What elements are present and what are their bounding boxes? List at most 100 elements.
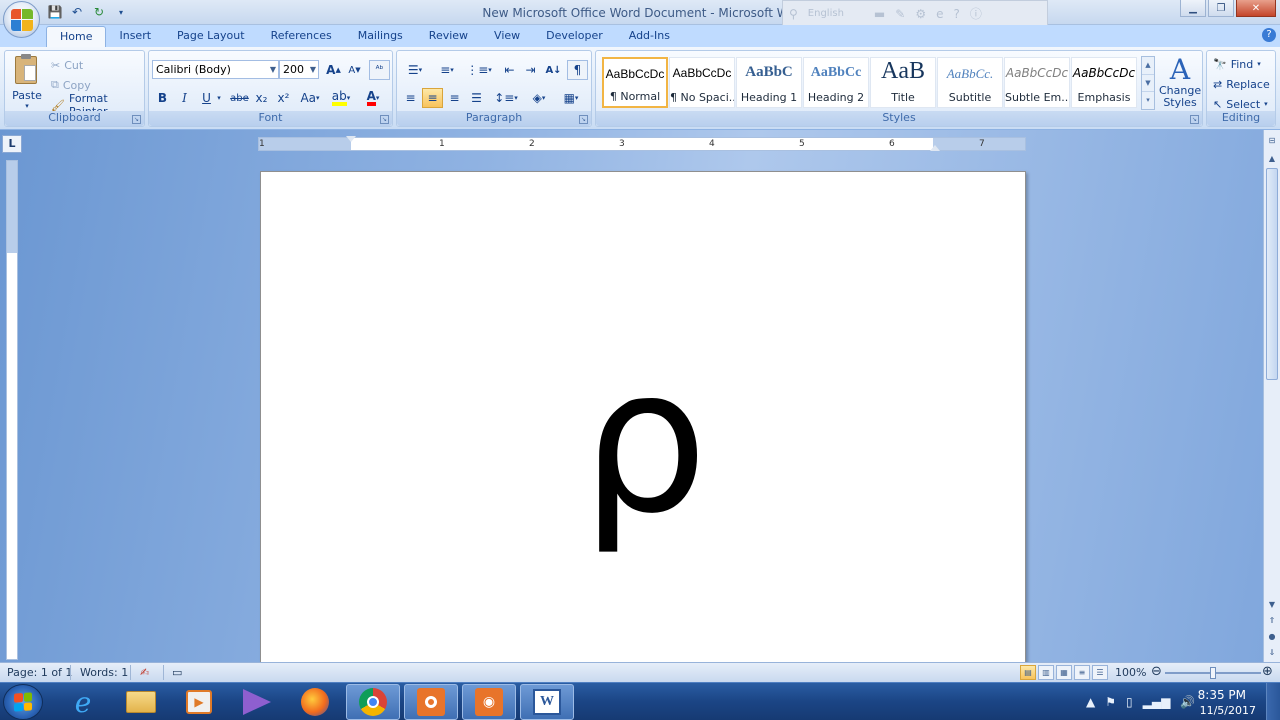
find-button[interactable]: 🔭 Find ▾ [1213,54,1261,74]
gallery-up-icon[interactable]: ▲ [1142,57,1154,75]
style-normal[interactable]: AaBbCcDc ¶ Normal [602,57,668,108]
media-player-icon[interactable]: ▶ [172,684,226,720]
tab-view[interactable]: View [481,26,533,47]
previous-page-icon[interactable]: ⇑ [1264,614,1280,628]
justify-button[interactable]: ☰ [466,88,487,108]
style-no-spacing[interactable]: AaBbCcDc ¶ No Spaci... [669,57,735,108]
style-title[interactable]: AaB Title [870,57,936,108]
search-icon[interactable]: ⚲ [789,7,798,21]
tab-home[interactable]: Home [46,26,107,47]
ruler-toggle-icon[interactable]: ⊟ [1264,134,1280,148]
language-bar[interactable]: ⚲ English ▬ ✎ ⚙ e ? ⓘ [782,0,1048,27]
tab-insert[interactable]: Insert [106,26,164,47]
word-count[interactable]: Words: 1 [80,666,128,679]
vertical-ruler[interactable] [6,160,18,660]
clipboard-launcher-icon[interactable]: ↘ [132,115,141,124]
style-heading-2[interactable]: AaBbCc Heading 2 [803,57,869,108]
font-size-select[interactable]: 200 ▼ [279,60,319,79]
highlight-button[interactable]: ab ▾ [327,88,355,108]
close-button[interactable]: ✕ [1236,0,1276,17]
clock-time[interactable]: 8:35 PM [1198,688,1246,702]
increase-indent-button[interactable]: ⇥ [520,60,541,80]
action-center-flag-icon[interactable]: ⚑ [1105,695,1116,709]
strikethrough-button[interactable]: abe [229,88,250,108]
right-indent-marker[interactable] [930,145,940,151]
grow-font-button[interactable]: A ▲ [323,60,344,80]
borders-button[interactable]: ▦ ▾ [557,88,585,108]
camera-app-icon[interactable]: ◉ [462,684,516,720]
office-button[interactable] [3,1,40,38]
style-heading-1[interactable]: AaBbC Heading 1 [736,57,802,108]
keyboard-icon[interactable]: ▬ [874,7,885,21]
decrease-indent-button[interactable]: ⇤ [499,60,520,80]
horizontal-ruler[interactable]: 1 1 2 3 4 5 6 7 [258,136,1026,151]
restore-button[interactable]: ❐ [1208,0,1234,17]
numbering-button[interactable]: ≡ ▾ [432,60,462,80]
visual-studio-icon[interactable] [230,684,284,720]
volume-icon[interactable]: 🔊 [1180,695,1195,709]
help-icon[interactable]: ? [953,7,959,21]
multilevel-list-button[interactable]: ⋮≡ ▾ [464,60,494,80]
clear-formatting-button[interactable]: ᴬᵇ [369,60,390,80]
subscript-button[interactable]: x₂ [251,88,272,108]
proofing-icon[interactable]: ✍ [140,666,149,679]
zoom-slider-thumb[interactable] [1210,667,1216,679]
left-indent-marker[interactable] [346,136,356,142]
scroll-up-icon[interactable]: ▲ [1264,152,1280,166]
replace-button[interactable]: ⇄ Replace [1213,74,1270,94]
scrollbar-thumb[interactable] [1266,168,1278,380]
tab-add-ins[interactable]: Add-Ins [616,26,683,47]
vertical-scrollbar[interactable]: ⊟ ▲ ▼ ⇑ ● ⇓ [1263,130,1280,662]
cut-button[interactable]: ✂ Cut [51,55,83,75]
style-emphasis[interactable]: AaBbCcDc Emphasis [1071,57,1137,108]
tab-references[interactable]: References [258,26,345,47]
align-center-button[interactable]: ≡ [422,88,443,108]
change-styles-button[interactable]: A Change Styles [1159,55,1201,111]
tab-selector-icon[interactable]: L [2,135,22,153]
gallery-down-icon[interactable]: ▼ [1142,75,1154,93]
tab-page-layout[interactable]: Page Layout [164,26,258,47]
paste-button[interactable]: Paste ▾ [9,54,45,110]
customize-icon[interactable]: ▾ [112,3,130,21]
superscript-button[interactable]: x² [273,88,294,108]
start-button[interactable] [3,684,43,720]
style-subtle-emphasis[interactable]: AaBbCcDc Subtle Em... [1004,57,1070,108]
show-formatting-button[interactable]: ¶ [567,60,588,80]
undo-icon[interactable]: ↶ [68,3,86,21]
paragraph-launcher-icon[interactable]: ↘ [579,115,588,124]
clock-date[interactable]: 11/5/2017 [1200,704,1256,717]
shading-button[interactable]: ◈ ▾ [525,88,553,108]
gallery-more-icon[interactable]: ▾ [1142,92,1154,109]
align-left-button[interactable]: ≡ [400,88,421,108]
word-icon[interactable]: W [520,684,574,720]
draft-view-icon[interactable]: ☰ [1092,665,1108,680]
tab-review[interactable]: Review [416,26,481,47]
font-launcher-icon[interactable]: ↘ [380,115,389,124]
ie-icon[interactable]: e [936,7,943,21]
app-orange-icon[interactable] [404,684,458,720]
style-subtitle[interactable]: AaBbCc. Subtitle [937,57,1003,108]
save-icon[interactable]: 💾 [46,3,64,21]
page-count[interactable]: Page: 1 of 1 [7,666,72,679]
shrink-font-button[interactable]: A ▼ [344,60,365,80]
show-desktop-button[interactable] [1266,683,1280,720]
bold-button[interactable]: B [152,88,173,108]
gallery-scrollbar[interactable]: ▲ ▼ ▾ [1141,56,1155,110]
minimize-button[interactable]: ▁ [1180,0,1206,17]
info-icon[interactable]: ⓘ [970,5,982,22]
font-family-select[interactable]: Calibri (Body) ▼ [152,60,279,79]
outline-view-icon[interactable]: ≡ [1074,665,1090,680]
document-page[interactable]: ρ [260,171,1026,671]
browse-object-icon[interactable]: ● [1264,630,1280,644]
sort-button[interactable]: A↓ [543,60,564,80]
file-explorer-icon[interactable] [114,684,168,720]
next-page-icon[interactable]: ⇓ [1264,646,1280,660]
zoom-level[interactable]: 100% [1115,666,1146,679]
tab-mailings[interactable]: Mailings [345,26,416,47]
font-color-button[interactable]: A ▾ [359,88,387,108]
chrome-icon[interactable] [346,684,400,720]
align-right-button[interactable]: ≡ [444,88,465,108]
web-layout-icon[interactable]: ▦ [1056,665,1072,680]
internet-explorer-icon[interactable]: e [56,684,110,720]
help-icon[interactable]: ? [1262,28,1276,42]
